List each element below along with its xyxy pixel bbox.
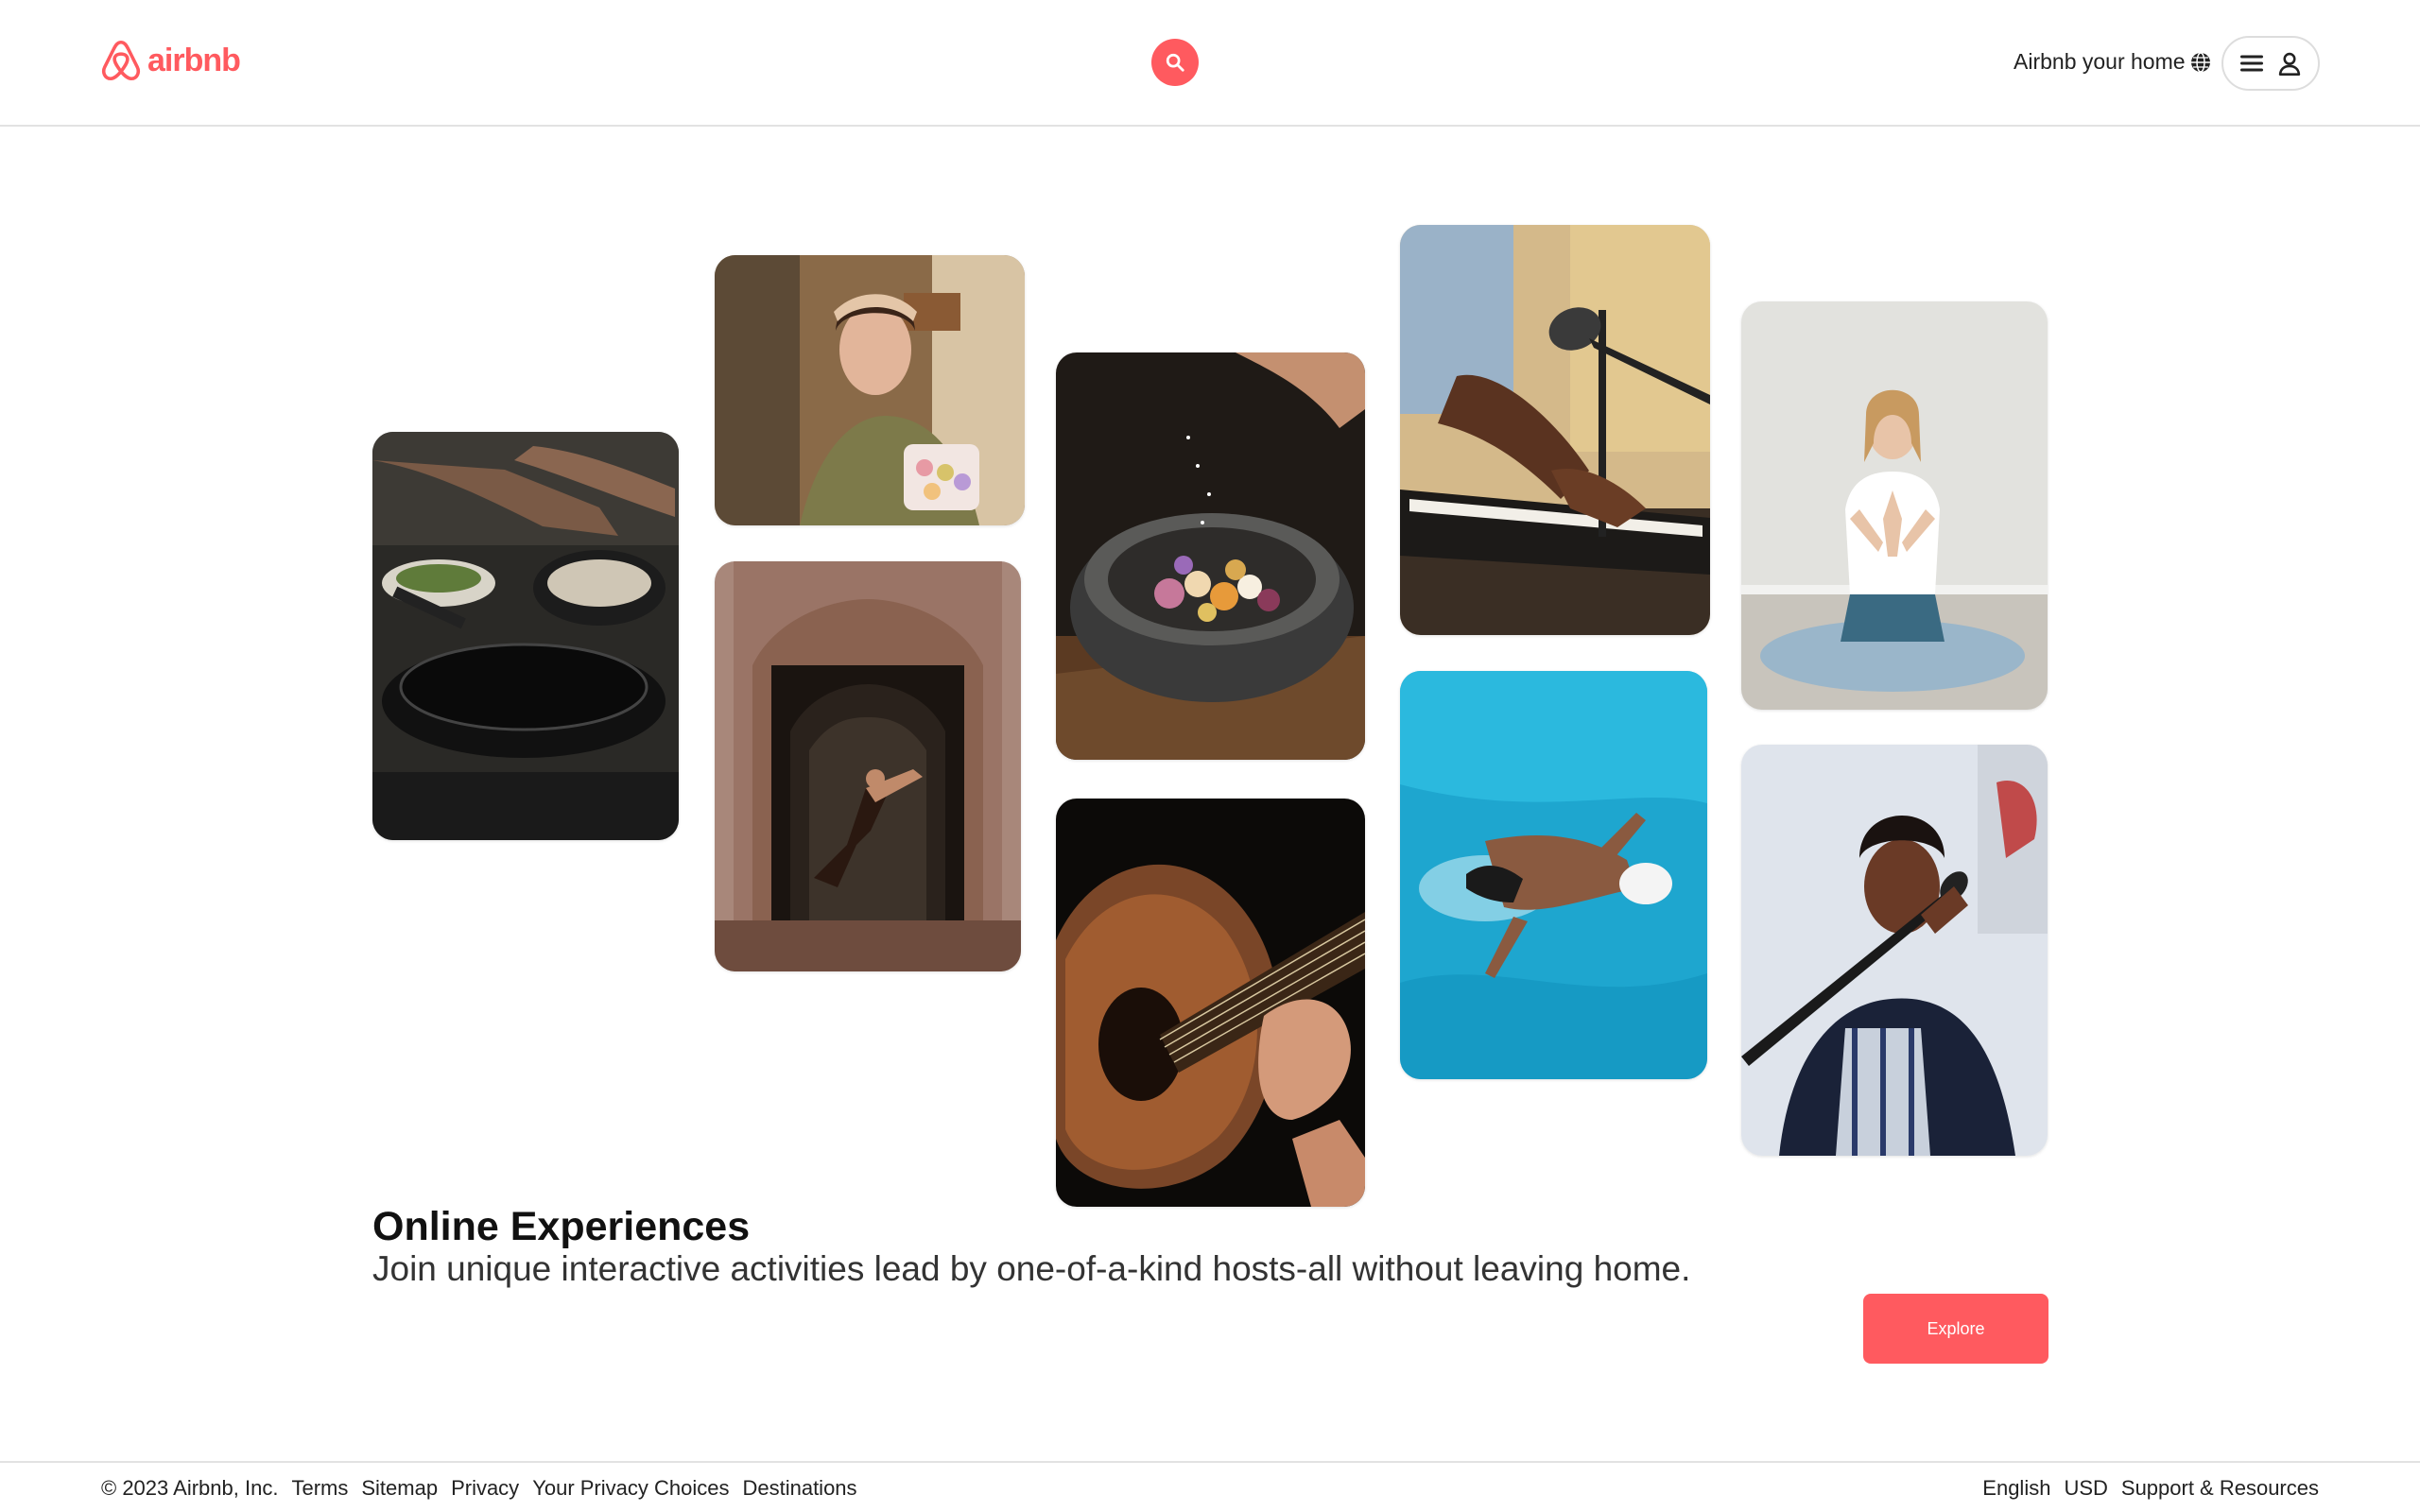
brand-name: airbnb — [147, 42, 241, 78]
footer-link-sitemap[interactable]: Sitemap — [361, 1476, 438, 1501]
explore-button[interactable]: Explore — [1863, 1294, 2048, 1364]
photo-swimmer-pool[interactable] — [1400, 671, 1707, 1079]
user-icon — [2278, 52, 2301, 76]
page-subtitle: Join unique interactive activities lead … — [372, 1249, 1691, 1288]
footer-right: English USD Support & Resources — [1982, 1476, 2319, 1501]
footer-link-destinations[interactable]: Destinations — [742, 1476, 856, 1501]
footer-left: © 2023 Airbnb, Inc. Terms Sitemap Privac… — [101, 1476, 857, 1501]
top-header: airbnb Airbnb your home — [0, 0, 2420, 127]
photo-stone-bowl[interactable] — [1056, 352, 1365, 760]
page-title: Online Experiences — [372, 1204, 751, 1249]
footer-link-terms[interactable]: Terms — [291, 1476, 348, 1501]
hamburger-menu-icon — [2239, 55, 2264, 72]
airbnb-your-home-link[interactable]: Airbnb your home — [2014, 49, 2186, 75]
photo-cooking-pan[interactable] — [372, 432, 679, 840]
photo-acoustic-guitar[interactable] — [1056, 799, 1365, 1207]
photo-piano-microphone[interactable] — [1400, 225, 1710, 635]
footer-link-privacy-choices[interactable]: Your Privacy Choices — [532, 1476, 729, 1501]
search-icon — [1166, 53, 1184, 72]
airbnb-logo[interactable]: airbnb — [100, 38, 241, 83]
photo-woman-macarons[interactable] — [715, 255, 1025, 525]
footer-link-privacy[interactable]: Privacy — [451, 1476, 519, 1501]
footer: © 2023 Airbnb, Inc. Terms Sitemap Privac… — [0, 1461, 2420, 1512]
photo-singer-microphone[interactable] — [1741, 745, 2048, 1156]
footer-language[interactable]: English — [1982, 1476, 2050, 1501]
photo-yoga-meditation[interactable] — [1741, 301, 2048, 710]
user-menu-button[interactable] — [2221, 36, 2320, 91]
airbnb-logo-icon — [101, 40, 141, 81]
photo-dancer-archway[interactable] — [715, 561, 1021, 971]
footer-support[interactable]: Support & Resources — [2121, 1476, 2319, 1501]
footer-copyright: © 2023 Airbnb, Inc. — [101, 1476, 279, 1500]
footer-currency[interactable]: USD — [2064, 1476, 2107, 1501]
search-button[interactable] — [1151, 39, 1199, 86]
globe-icon[interactable] — [2189, 51, 2212, 74]
